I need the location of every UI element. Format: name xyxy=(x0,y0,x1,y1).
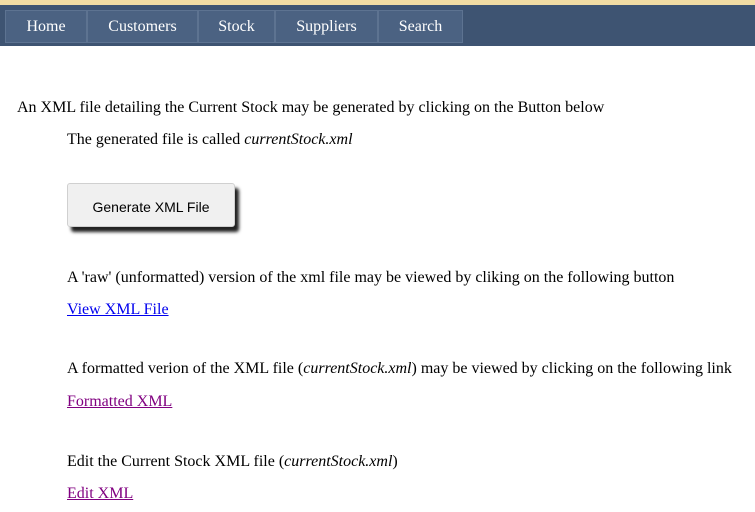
generated-file-label: The generated file is called xyxy=(67,131,245,148)
generated-file-line: The generated file is called currentStoc… xyxy=(67,130,353,150)
edit-xml-description: Edit the Current Stock XML file (current… xyxy=(67,452,398,472)
main-navbar: Home Customers Stock Suppliers Search xyxy=(0,5,755,46)
edit-filename: currentStock.xml xyxy=(284,453,393,470)
view-xml-link[interactable]: View XML File xyxy=(67,300,169,320)
formatted-filename: currentStock.xml xyxy=(303,360,412,377)
nav-suppliers[interactable]: Suppliers xyxy=(275,10,378,43)
edit-prefix: Edit the Current Stock XML file ( xyxy=(67,453,285,470)
nav-stock[interactable]: Stock xyxy=(198,10,275,43)
intro-text: An XML file detailing the Current Stock … xyxy=(17,99,605,116)
formatted-xml-link[interactable]: Formatted XML xyxy=(67,392,172,412)
nav-search[interactable]: Search xyxy=(378,10,463,43)
raw-xml-description: A 'raw' (unformatted) version of the xml… xyxy=(67,269,675,286)
nav-customers[interactable]: Customers xyxy=(87,10,198,43)
generate-xml-button[interactable]: Generate XML File xyxy=(67,183,235,227)
formatted-prefix: A formatted verion of the XML file ( xyxy=(67,360,304,377)
edit-suffix: ) xyxy=(392,453,398,470)
edit-xml-link[interactable]: Edit XML xyxy=(67,484,133,504)
formatted-xml-description: A formatted verion of the XML file (curr… xyxy=(67,359,732,379)
nav-home[interactable]: Home xyxy=(5,10,87,43)
generated-filename: currentStock.xml xyxy=(244,131,353,148)
formatted-suffix: ) may be viewed by clicking on the follo… xyxy=(411,360,732,377)
